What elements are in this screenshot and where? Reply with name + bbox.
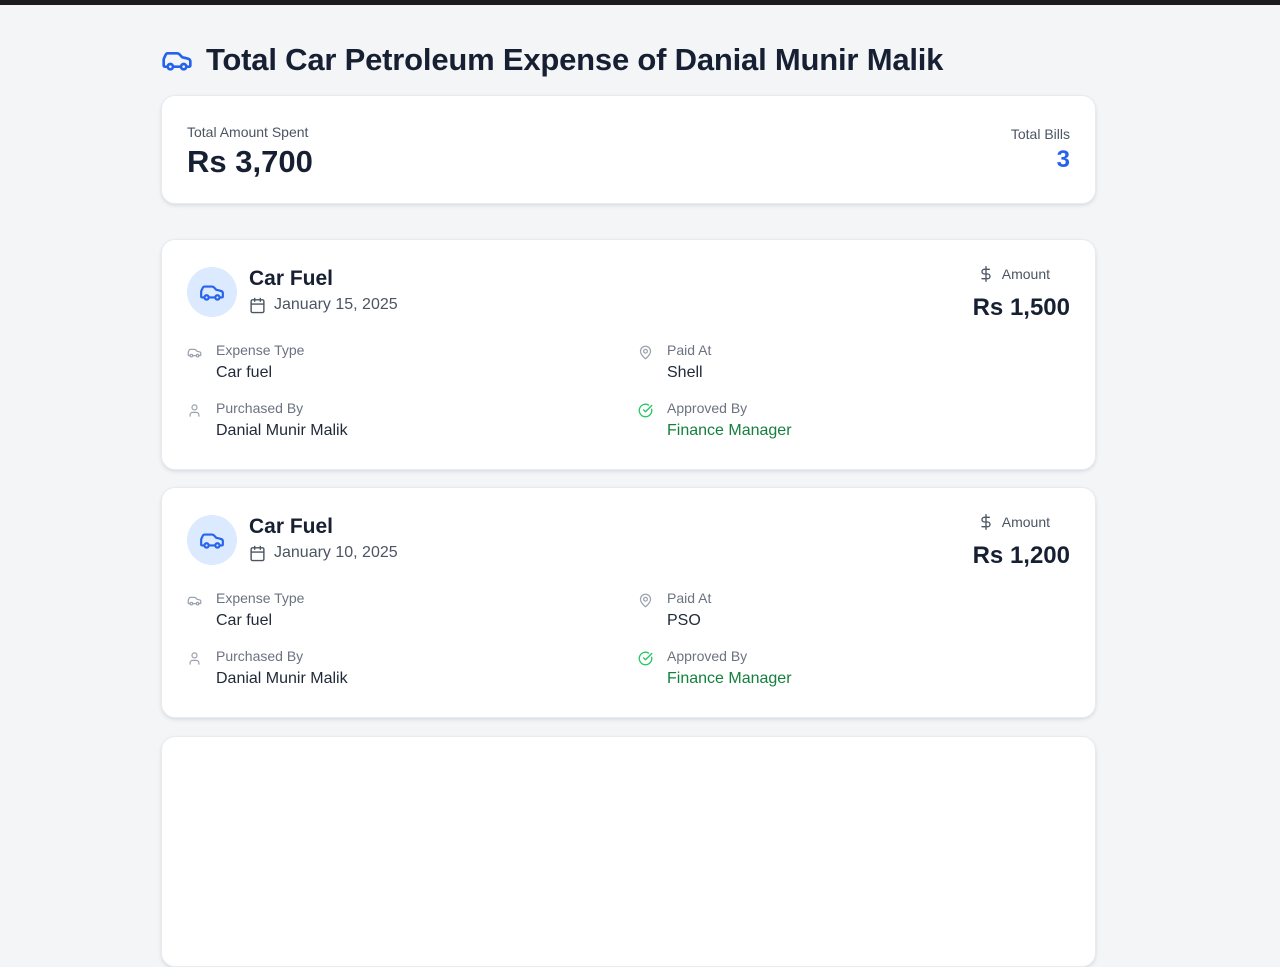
approved-by-value: Finance Manager xyxy=(667,422,792,439)
expense-date: January 10, 2025 xyxy=(249,544,398,562)
expense-card[interactable]: Car Fuel January 15, 2025 Amount Rs 1,50… xyxy=(161,239,1096,470)
check-circle-icon xyxy=(638,403,653,418)
map-pin-icon xyxy=(639,593,652,608)
purchased-by-value: Danial Munir Malik xyxy=(216,422,348,439)
purchased-by-label: Purchased By xyxy=(216,400,304,416)
total-amount-value: Rs 3,700 xyxy=(187,144,313,179)
user-icon xyxy=(189,404,200,417)
expense-type-value: Car fuel xyxy=(216,364,273,381)
expense-date-text: January 15, 2025 xyxy=(274,296,398,313)
expense-type-label: Expense Type xyxy=(216,590,305,606)
amount-value: Rs 1,200 xyxy=(972,542,1070,569)
amount-value: Rs 1,500 xyxy=(972,294,1070,321)
approved-by-label: Approved By xyxy=(667,400,748,416)
summary-card: Total Amount Spent Rs 3,700 Total Bills … xyxy=(161,95,1096,204)
amount-label-text: Amount xyxy=(1001,514,1050,530)
dollar-icon xyxy=(981,514,991,530)
paid-at-label: Paid At xyxy=(667,342,712,358)
approved-by-value: Finance Manager xyxy=(667,670,792,687)
paid-at-value: Shell xyxy=(667,364,703,381)
paid-at-value: PSO xyxy=(667,612,701,629)
user-icon xyxy=(189,652,200,665)
car-icon xyxy=(187,596,202,606)
total-bills-label: Total Bills xyxy=(1010,126,1070,142)
expense-card[interactable]: Car Fuel January 10, 2025 Amount Rs 1,20… xyxy=(161,487,1096,718)
amount-label: Amount xyxy=(978,514,1050,530)
top-bar xyxy=(0,0,1280,5)
expense-type-label: Expense Type xyxy=(216,342,305,358)
expense-title: Car Fuel xyxy=(249,267,334,290)
total-bills-value: 3 xyxy=(1056,146,1070,173)
page-header: Total Car Petroleum Expense of Danial Mu… xyxy=(161,40,943,80)
car-icon xyxy=(200,533,224,549)
expense-title: Car Fuel xyxy=(249,515,334,538)
calendar-icon xyxy=(250,297,265,313)
expense-date: January 15, 2025 xyxy=(249,296,398,314)
purchased-by-value: Danial Munir Malik xyxy=(216,670,348,687)
paid-at-label: Paid At xyxy=(667,590,712,606)
check-circle-icon xyxy=(638,651,653,666)
expense-card[interactable] xyxy=(161,736,1096,967)
approved-by-label: Approved By xyxy=(667,648,748,664)
map-pin-icon xyxy=(639,345,652,360)
expense-date-text: January 10, 2025 xyxy=(274,544,398,561)
amount-label-text: Amount xyxy=(1001,266,1050,282)
expense-avatar xyxy=(187,515,237,565)
dollar-icon xyxy=(981,266,991,282)
car-icon xyxy=(200,285,224,301)
car-icon xyxy=(162,51,192,71)
car-icon xyxy=(187,348,202,358)
page-title: Total Car Petroleum Expense of Danial Mu… xyxy=(206,42,944,77)
expense-type-value: Car fuel xyxy=(216,612,273,629)
expense-avatar xyxy=(187,267,237,317)
purchased-by-label: Purchased By xyxy=(216,648,304,664)
calendar-icon xyxy=(250,545,265,561)
total-amount-label: Total Amount Spent xyxy=(187,124,309,140)
amount-label: Amount xyxy=(978,266,1050,282)
